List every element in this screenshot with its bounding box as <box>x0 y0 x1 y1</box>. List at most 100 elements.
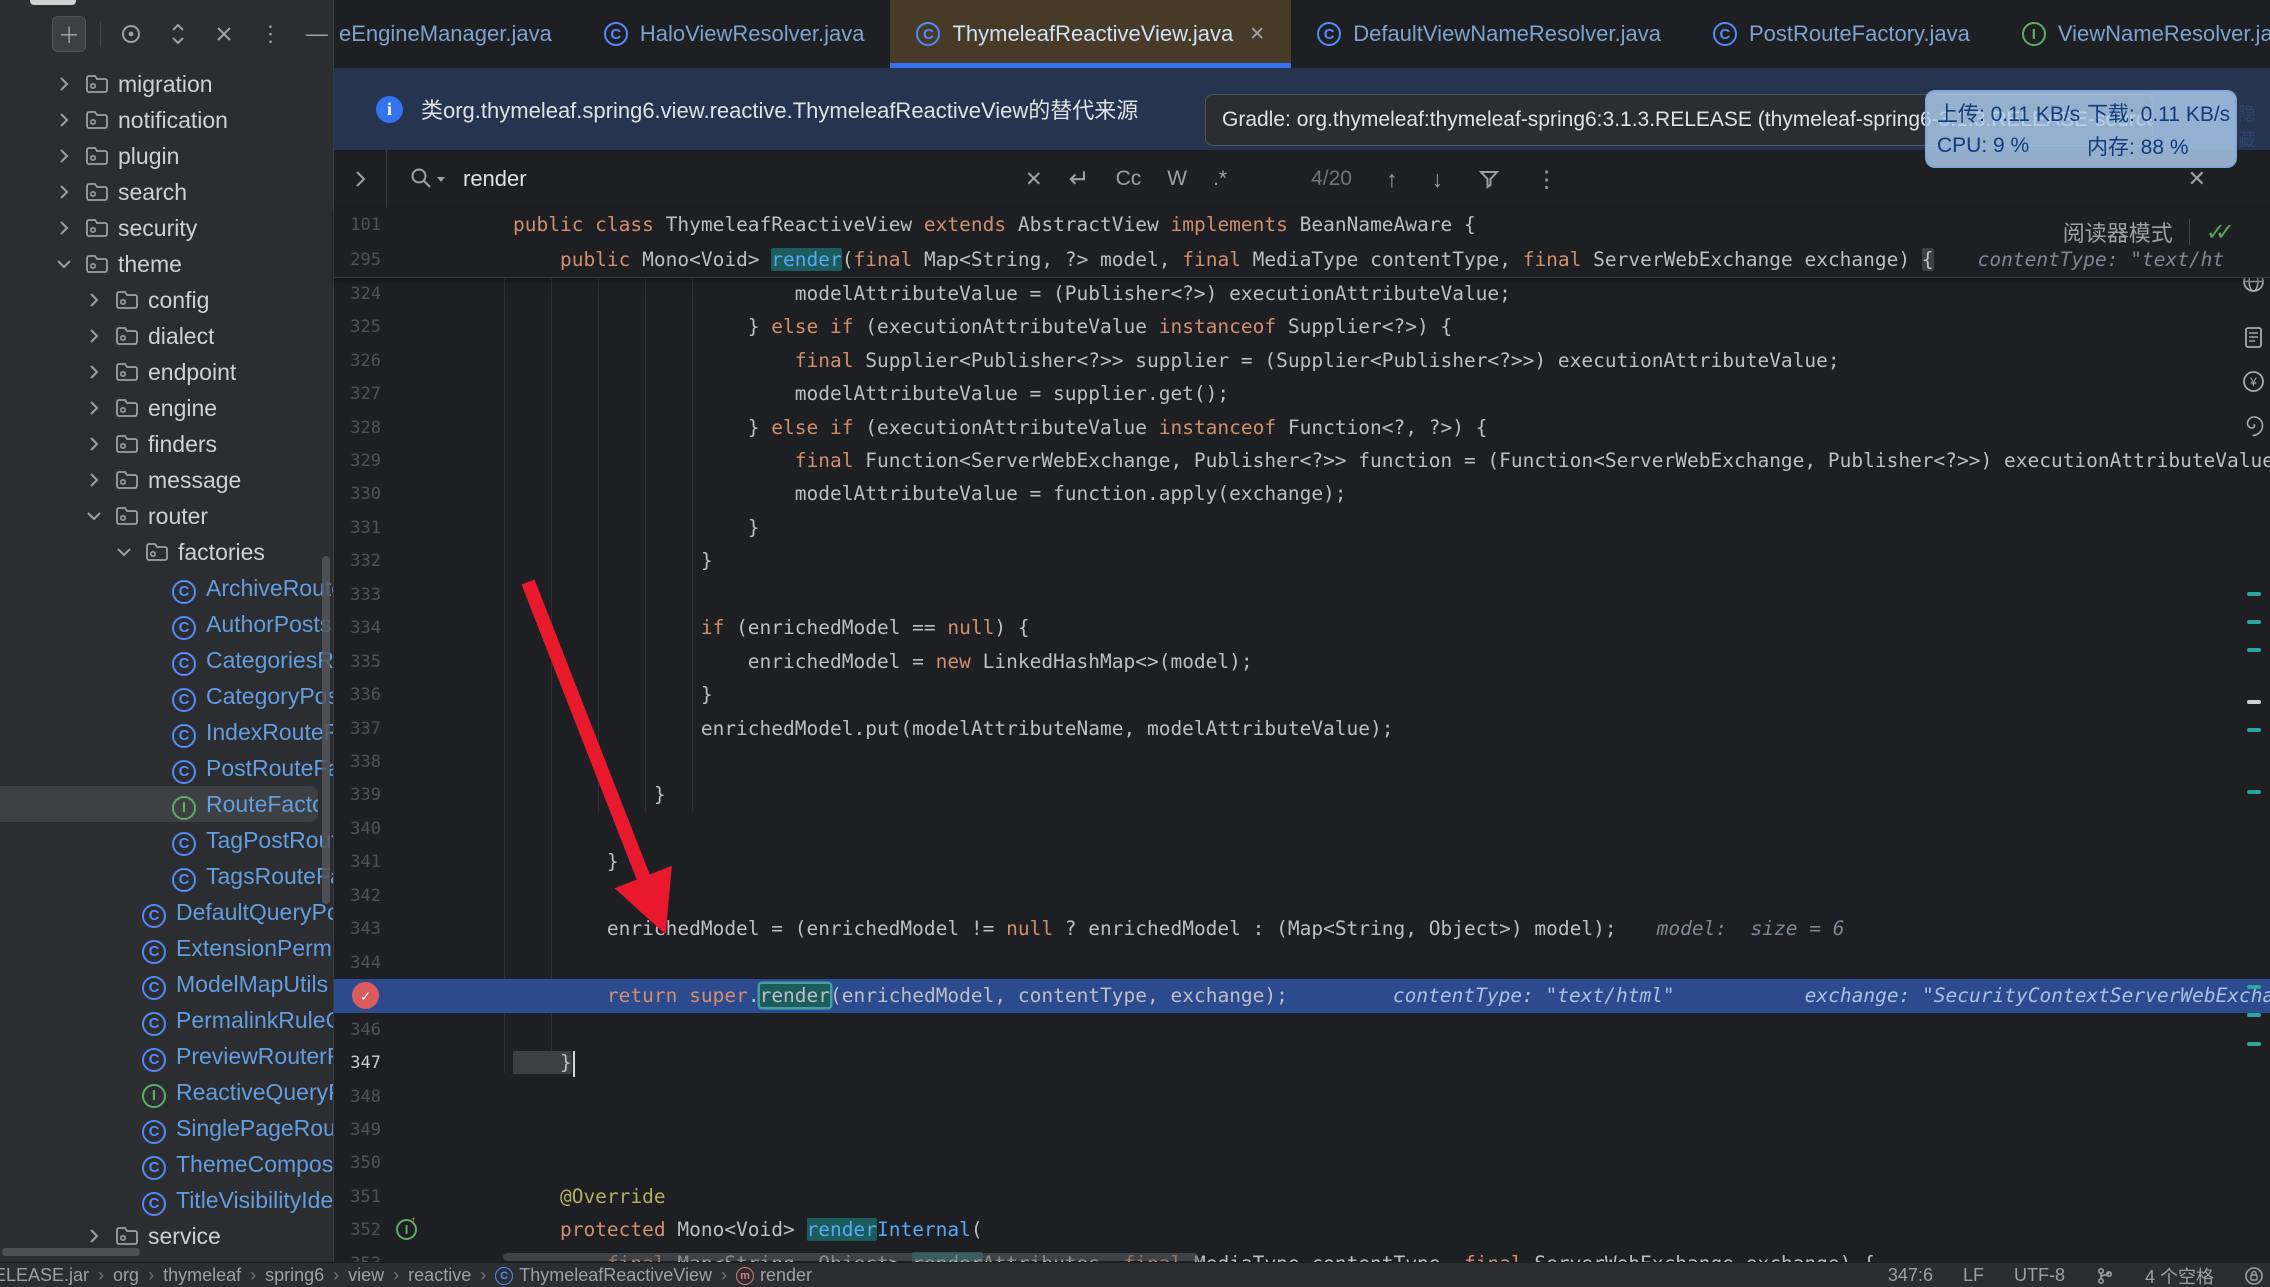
tree-item-plugin[interactable]: plugin <box>0 138 333 174</box>
chevron-right-icon[interactable] <box>52 108 76 132</box>
breadcrumb-item[interactable]: thymeleaf <box>163 1265 241 1286</box>
collapse-all-icon[interactable] <box>208 17 240 51</box>
tree-horizontal-scrollbar[interactable] <box>2 1248 140 1256</box>
tree-item-ReactiveQueryPostP[interactable]: IReactiveQueryPostP <box>0 1074 333 1110</box>
gutter[interactable] <box>390 745 418 778</box>
chevron-down-icon[interactable] <box>82 504 106 528</box>
gutter[interactable] <box>390 779 418 812</box>
gutter[interactable] <box>390 879 418 912</box>
scrollbar-match-mark[interactable] <box>2247 620 2261 624</box>
find-options-kebab-icon[interactable]: ⋮ <box>1535 166 1558 193</box>
filter-icon[interactable] <box>1477 167 1501 191</box>
tree-item-router[interactable]: router <box>0 498 333 534</box>
gutter[interactable] <box>390 946 418 979</box>
chevron-right-icon[interactable] <box>82 432 106 456</box>
tree-item-migration[interactable]: migration <box>0 66 333 102</box>
target-icon[interactable] <box>115 17 147 51</box>
gutter[interactable] <box>390 208 418 243</box>
tree-item-theme[interactable]: theme <box>0 246 333 282</box>
code-editor[interactable]: 324 modelAttributeValue = (Publisher<?>)… <box>334 277 2270 1262</box>
gutter[interactable] <box>390 277 418 310</box>
close-find-icon[interactable]: ✕ <box>2188 166 2206 192</box>
tree-item-ThemeCompositeRo[interactable]: CThemeCompositeRo <box>0 1146 333 1182</box>
more-icon[interactable]: ⋮ <box>254 17 286 51</box>
gutter[interactable] <box>390 444 418 477</box>
gutter[interactable] <box>390 1013 418 1046</box>
tree-item-IndexRouteFacto[interactable]: CIndexRouteFacto <box>0 714 333 750</box>
chevron-right-icon[interactable] <box>82 324 106 348</box>
breadcrumb-item[interactable]: CThymeleafReactiveView <box>495 1265 712 1286</box>
chevron-right-icon[interactable] <box>82 360 106 384</box>
gutter[interactable] <box>390 1180 418 1213</box>
chevron-down-icon[interactable] <box>112 540 136 564</box>
tree-item-notification[interactable]: notification <box>0 102 333 138</box>
gutter[interactable] <box>390 1147 418 1180</box>
tree-item-DefaultQueryPostPr[interactable]: CDefaultQueryPostPr <box>0 894 333 930</box>
indent-setting[interactable]: 4 个空格 <box>2145 1263 2214 1287</box>
chevron-right-icon[interactable] <box>82 468 106 492</box>
scrollbar-match-mark[interactable] <box>2247 1042 2261 1046</box>
tab-DefaultViewNameResolver.java[interactable]: CDefaultViewNameResolver.java <box>1291 0 1687 68</box>
tab-HaloViewResolver.java[interactable]: CHaloViewResolver.java <box>578 0 891 68</box>
tree-item-endpoint[interactable]: endpoint <box>0 354 333 390</box>
inspections-ok-icon[interactable]: ✓✓ <box>2206 218 2235 247</box>
reader-mode-widget[interactable]: 阅读器模式 ✓✓ <box>2063 216 2235 248</box>
gutter[interactable] <box>390 478 418 511</box>
tree-item-TagPostRouteFac[interactable]: CTagPostRouteFac <box>0 822 333 858</box>
coin-icon[interactable]: ¥ <box>2240 368 2267 395</box>
breakpoint-icon[interactable]: ✓ <box>352 982 379 1009</box>
next-match-icon[interactable]: ↓ <box>1431 166 1443 193</box>
gutter[interactable] <box>390 678 418 711</box>
close-tab-icon[interactable]: ✕ <box>1249 23 1265 46</box>
tab-eEngineManager.java[interactable]: eEngineManager.java <box>334 0 578 68</box>
breadcrumb-item[interactable]: org <box>113 1265 139 1286</box>
tab-PostRouteFactory.java[interactable]: CPostRouteFactory.java <box>1687 0 1996 68</box>
tree-item-ModelMapUtils[interactable]: CModelMapUtils <box>0 966 333 1002</box>
tree-item-ExtensionPermalinkF[interactable]: CExtensionPermalinkF <box>0 930 333 966</box>
readonly-lock-icon[interactable] <box>2244 1266 2264 1286</box>
tree-item-dialect[interactable]: dialect <box>0 318 333 354</box>
gutter[interactable] <box>390 310 418 343</box>
breadcrumb-item[interactable]: ELEASE.jar <box>0 1265 89 1286</box>
breadcrumb-item[interactable]: spring6 <box>265 1265 324 1286</box>
breadcrumb-item[interactable]: view <box>348 1265 384 1286</box>
tree-item-search[interactable]: search <box>0 174 333 210</box>
line-separator[interactable]: LF <box>1963 1265 1984 1286</box>
gutter[interactable] <box>390 377 418 410</box>
whole-words-toggle[interactable]: W <box>1167 167 1187 191</box>
chevron-down-icon[interactable] <box>52 252 76 276</box>
tree-vertical-scrollbar[interactable] <box>322 556 330 904</box>
expand-find-icon[interactable] <box>334 150 387 208</box>
gutter[interactable] <box>390 1247 418 1262</box>
tree-item-factories[interactable]: factories <box>0 534 333 570</box>
overriding-method-icon[interactable]: I↑ <box>396 1219 417 1240</box>
tree-item-TagsRouteFactor[interactable]: CTagsRouteFactor <box>0 858 333 894</box>
chevron-right-icon[interactable] <box>52 72 76 96</box>
gutter[interactable] <box>390 913 418 946</box>
tree-item-engine[interactable]: engine <box>0 390 333 426</box>
chevron-right-icon[interactable] <box>52 216 76 240</box>
gutter[interactable] <box>390 1046 418 1079</box>
tree-item-CategoriesRoute[interactable]: CCategoriesRoute <box>0 642 333 678</box>
scrollbar-match-mark[interactable] <box>2247 790 2261 794</box>
tree-item-ArchiveRouteFac[interactable]: CArchiveRouteFac <box>0 570 333 606</box>
gutter[interactable] <box>390 846 418 879</box>
gutter[interactable] <box>390 578 418 611</box>
tree-item-finders[interactable]: finders <box>0 426 333 462</box>
gutter[interactable] <box>390 1113 418 1146</box>
chevron-right-icon[interactable] <box>52 180 76 204</box>
spiral-icon[interactable] <box>2240 412 2267 439</box>
gutter[interactable] <box>390 979 418 1012</box>
scrollbar-match-mark[interactable] <box>2247 985 2261 989</box>
gutter[interactable]: I↑ <box>390 1214 418 1247</box>
tree-item-security[interactable]: security <box>0 210 333 246</box>
chevron-right-icon[interactable] <box>82 396 106 420</box>
newline-icon[interactable]: ↵ <box>1069 164 1090 194</box>
scrollbar-match-mark[interactable] <box>2247 700 2261 704</box>
gutter[interactable] <box>390 645 418 678</box>
unfold-icon[interactable] <box>162 17 194 51</box>
scrollbar-match-mark[interactable] <box>2247 1013 2261 1017</box>
search-input[interactable] <box>461 165 795 193</box>
chevron-right-icon[interactable] <box>52 144 76 168</box>
previous-match-icon[interactable]: ↑ <box>1386 166 1398 193</box>
